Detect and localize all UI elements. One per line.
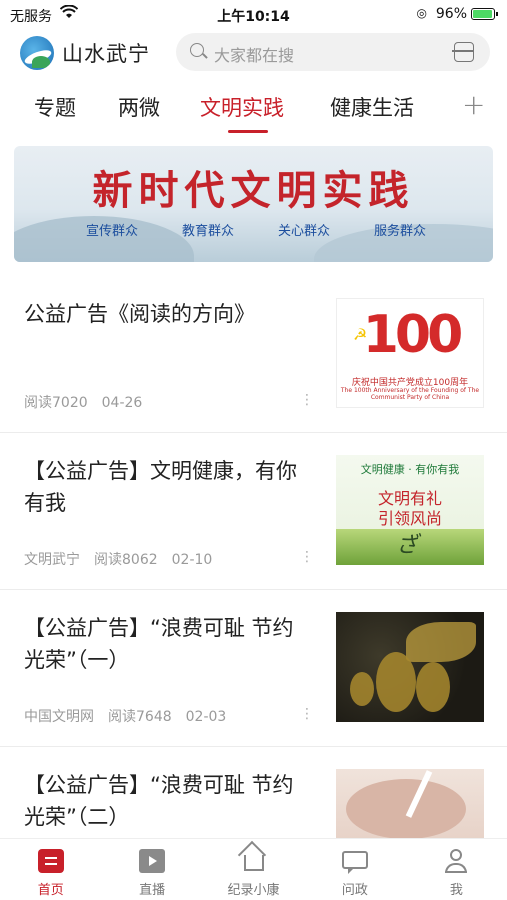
thumbnail-caption-en: The 100th Anniversary of the Founding of… [340,387,480,401]
news-reads: 阅读7648 [108,709,172,725]
search-icon [190,43,204,57]
cup-shape [346,779,466,839]
app-logo [20,36,54,70]
news-title: 【公益广告】文明健康，有你有我 [24,459,297,515]
home-icon [37,849,64,873]
news-thumbnail: 100 ☭ 庆祝中国共产党成立100周年 The 100th Anniversa… [336,298,484,408]
calligraphy-mark: ざ [396,533,419,558]
battery-percent: 96% [435,6,467,22]
nav-label: 直播 [139,883,166,898]
news-item[interactable]: 【公益广告】“浪费可耻 节约光荣”（一） 中国文明网 阅读7648 02-03 ⋮ [0,590,507,747]
category-tabs: 专题 两微 文明实践 健康生活 + [0,86,507,133]
news-thumbnail: 文明健康 · 有你有我 文明有礼 引领风尚 ざ [336,455,484,565]
nav-label: 问政 [341,883,368,898]
banner-subtitle: 宣传群众 [86,224,139,239]
grape-leaf [406,622,476,662]
tv-icon [139,849,166,873]
news-source: 中国文明网 [24,709,94,725]
nav-label: 纪录小康 [227,883,280,898]
scan-icon[interactable] [452,42,474,62]
news-source: 文明武宁 [24,552,80,568]
tab-civilization-practice[interactable]: 文明实践 [200,92,284,122]
nav-live[interactable]: 直播 [101,839,202,900]
grape-bunch [416,662,450,712]
tab-topics[interactable]: 专题 [34,92,76,122]
news-title: 【公益广告】“浪费可耻 节约光荣”（一） [24,616,294,672]
status-bar: 无服务 上午10:14 ◎ 96% [0,0,507,30]
news-reads: 阅读8062 [94,552,158,568]
more-options-icon[interactable]: ⋮ [300,706,314,722]
search-input[interactable]: 大家都在搜 [176,33,490,71]
news-meta: 中国文明网 阅读7648 02-03 [24,706,240,726]
bottom-nav: 首页 直播 纪录小康 问政 我 [0,838,507,900]
news-meta: 文明武宁 阅读8062 02-10 [24,549,226,569]
chat-icon [341,851,368,874]
nav-home[interactable]: 首页 [0,839,101,900]
news-date: 02-03 [185,709,227,725]
more-options-icon[interactable]: ⋮ [300,549,314,565]
hammer-sickle-icon: ☭ [353,325,368,344]
banner-title: 新时代文明实践 [92,167,415,214]
clock: 上午10:14 [217,9,290,25]
thumbnail-slogan: 文明有礼 引领风尚 [336,489,484,529]
app-header: 山水武宁 大家都在搜 [0,30,507,78]
add-tab-button[interactable]: + [462,88,485,121]
banner-subtitle: 教育群众 [181,224,234,239]
news-date: 02-10 [171,552,213,568]
banner-subtitle: 关心群众 [277,224,330,239]
news-title: 【公益广告】“浪费可耻 节约光荣”（二） [24,773,294,829]
nav-label: 首页 [37,883,64,898]
slogan-line: 引领风尚 [377,509,442,528]
active-tab-indicator [228,130,268,133]
thumbnail-heading: 文明健康 · 有你有我 [360,463,460,476]
news-thumbnail [336,612,484,722]
news-meta: 阅读7020 04-26 [24,392,156,412]
news-list: 公益广告《阅读的方向》 阅读7020 04-26 ⋮ 100 ☭ 庆祝中国共产党成… [0,276,507,900]
app-title: 山水武宁 [62,42,150,66]
battery-icon [471,8,498,20]
news-title: 公益广告《阅读的方向》 [24,302,255,326]
news-reads: 阅读7020 [24,395,88,411]
news-item[interactable]: 公益广告《阅读的方向》 阅读7020 04-26 ⋮ 100 ☭ 庆祝中国共产党成… [0,276,507,433]
banner-subtitle: 服务群众 [373,224,426,239]
news-item[interactable]: 【公益广告】文明健康，有你有我 文明武宁 阅读8062 02-10 ⋮ 文明健康 ·… [0,433,507,590]
house-icon [243,855,264,871]
nav-label: 我 [449,883,463,898]
banner-subtitles: 宣传群众 教育群众 关心群众 服务群众 [86,220,426,239]
nav-me[interactable]: 我 [406,839,507,900]
tab-two-micro[interactable]: 两微 [118,92,160,122]
nav-record[interactable]: 纪录小康 [203,839,304,900]
rotation-lock-icon: ◎ [416,6,427,20]
grape-bunch [376,652,416,712]
banner[interactable]: 新时代文明实践 宣传群众 教育群众 关心群众 服务群众 [14,146,493,262]
more-options-icon[interactable]: ⋮ [300,392,314,408]
search-placeholder: 大家都在搜 [214,46,295,65]
grape-bunch [350,672,374,706]
news-date: 04-26 [101,395,143,411]
user-icon [444,849,468,873]
tab-healthy-living[interactable]: 健康生活 [330,92,414,122]
nav-inquiry[interactable]: 问政 [304,839,405,900]
slogan-line: 文明有礼 [377,489,442,508]
